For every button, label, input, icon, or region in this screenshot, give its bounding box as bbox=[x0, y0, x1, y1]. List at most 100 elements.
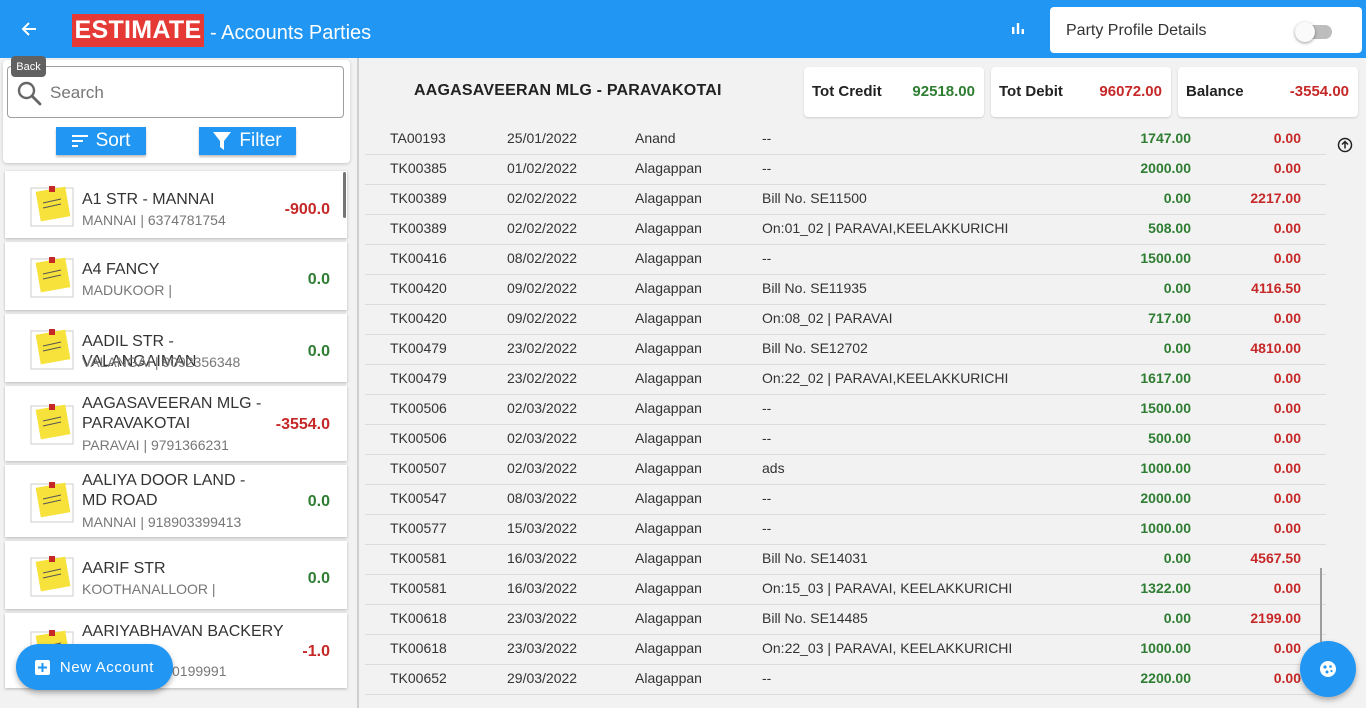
balance-value: -3554.00 bbox=[1289, 83, 1349, 100]
ledger-description: Bill No. SE14031 bbox=[762, 550, 868, 566]
search-field bbox=[7, 66, 344, 118]
ledger-user: Alagappan bbox=[635, 520, 702, 536]
ledger-ref: TK00506 bbox=[390, 400, 447, 416]
party-list-item[interactable]: AADIL STR - VALANGAIMAN VALANGAI | 90923… bbox=[5, 314, 347, 382]
ledger-credit: 1747.00 bbox=[1140, 130, 1191, 146]
party-list-item[interactable]: A1 STR - MANNAI MANNAI | 6374781754 -900… bbox=[5, 171, 347, 238]
ledger-date: 02/03/2022 bbox=[507, 430, 578, 446]
ledger-row[interactable]: TK00416 08/02/2022 Alagappan -- 1500.00 0.00 bbox=[365, 244, 1326, 275]
party-list-item[interactable]: AAGASAVEERAN MLG - PARAVAKOTAI PARAVAI |… bbox=[5, 386, 347, 461]
tot-debit-label: Tot Debit bbox=[999, 83, 1063, 100]
ledger-ref: TK00581 bbox=[390, 580, 447, 596]
ledger-ref: TK00547 bbox=[390, 490, 447, 506]
ledger-ref: TK00577 bbox=[390, 520, 447, 536]
ledger-row[interactable]: TA00193 25/01/2022 Anand -- 1747.00 0.00 bbox=[365, 124, 1326, 155]
ledger-row[interactable]: TK00618 23/03/2022 Alagappan On:22_03 | PAR… bbox=[365, 634, 1326, 665]
ledger-credit: 0.00 bbox=[1163, 280, 1191, 296]
filter-label: Filter bbox=[239, 130, 282, 151]
tot-credit-value: 92518.00 bbox=[912, 83, 975, 100]
party-subtitle: KOOTHANALLOOR | bbox=[82, 581, 216, 597]
ledger-row[interactable]: TK00577 15/03/2022 Alagappan -- 1000.00 0.00 bbox=[365, 514, 1326, 545]
ledger-debit: 0.00 bbox=[1273, 670, 1301, 686]
bar-chart-icon[interactable] bbox=[1007, 18, 1029, 40]
ledger-description: -- bbox=[762, 670, 772, 686]
sort-button[interactable]: Sort bbox=[56, 127, 146, 155]
ledger-credit: 1500.00 bbox=[1140, 250, 1191, 266]
ledger-user: Alagappan bbox=[635, 550, 702, 566]
new-account-button[interactable]: New Account bbox=[16, 644, 173, 690]
ledger-debit: 0.00 bbox=[1273, 370, 1301, 386]
ledger-debit: 0.00 bbox=[1273, 430, 1301, 446]
back-button[interactable] bbox=[0, 3, 58, 55]
ledger-row[interactable]: TK00479 23/02/2022 Alagappan On:22_02 | PAR… bbox=[365, 364, 1326, 395]
ledger-row[interactable]: TK00506 02/03/2022 Alagappan -- 1500.00 0.00 bbox=[365, 394, 1326, 425]
ledger-user: Alagappan bbox=[635, 400, 702, 416]
filter-button[interactable]: Filter bbox=[199, 127, 296, 155]
ledger-ref: TK00389 bbox=[390, 190, 447, 206]
ledger-ref: TK00420 bbox=[390, 280, 447, 296]
ledger-debit: 0.00 bbox=[1273, 520, 1301, 536]
ledger-credit: 2000.00 bbox=[1140, 490, 1191, 506]
ledger-description: -- bbox=[762, 520, 772, 536]
sticky-note-icon bbox=[30, 186, 74, 227]
ledger-row[interactable]: TK00420 09/02/2022 Alagappan Bill No. SE119… bbox=[365, 274, 1326, 305]
page-title: - Accounts Parties bbox=[210, 22, 372, 44]
ledger-date: 02/02/2022 bbox=[507, 190, 578, 206]
party-amount: 0.0 bbox=[307, 343, 330, 360]
balance-label: Balance bbox=[1186, 83, 1244, 100]
ledger-date: 09/02/2022 bbox=[507, 280, 578, 296]
ledger-row[interactable]: TK00420 09/02/2022 Alagappan On:08_02 | PAR… bbox=[365, 304, 1326, 335]
ledger-description: On:15_03 | PARAVAI, KEELAKKURICHI bbox=[762, 580, 1013, 596]
ledger-credit: 1322.00 bbox=[1140, 580, 1191, 596]
ledger-debit: 4810.00 bbox=[1250, 340, 1301, 356]
add-box-icon bbox=[34, 659, 50, 675]
ledger-row[interactable]: TK00506 02/03/2022 Alagappan -- 500.00 0.00 bbox=[365, 424, 1326, 455]
ledger-debit: 4567.50 bbox=[1250, 550, 1301, 566]
ledger-row[interactable]: TK00507 02/03/2022 Alagappan ads 1000.00 0.00 bbox=[365, 454, 1326, 485]
search-input[interactable] bbox=[48, 79, 332, 107]
ledger-user: Alagappan bbox=[635, 670, 702, 686]
ledger-ref: TK00652 bbox=[390, 670, 447, 686]
ledger-row[interactable]: TK00385 01/02/2022 Alagappan -- 2000.00 0.00 bbox=[365, 154, 1326, 185]
ledger-debit: 2217.00 bbox=[1250, 190, 1301, 206]
sticky-note-icon bbox=[30, 556, 74, 597]
ledger-description: On:22_02 | PARAVAI,KEELAKKURICHI bbox=[762, 370, 1009, 386]
ledger-row[interactable]: TK00618 23/03/2022 Alagappan Bill No. SE144… bbox=[365, 604, 1326, 635]
sticky-note-icon bbox=[30, 482, 74, 523]
party-amount: 0.0 bbox=[307, 493, 330, 510]
ledger-ref: TK00416 bbox=[390, 250, 447, 266]
party-list-scrollbar[interactable] bbox=[343, 172, 346, 218]
party-list-item[interactable]: A4 FANCY MADUKOOR | 0.0 bbox=[5, 242, 347, 310]
party-list-item[interactable]: AARIF STR KOOTHANALLOOR | 0.0 bbox=[5, 541, 347, 609]
ledger-row[interactable]: TK00581 16/03/2022 Alagappan On:15_03 | PAR… bbox=[365, 574, 1326, 605]
ledger-row[interactable]: TK00581 16/03/2022 Alagappan Bill No. SE140… bbox=[365, 544, 1326, 575]
ledger-row[interactable]: TK00389 02/02/2022 Alagappan Bill No. SE115… bbox=[365, 184, 1326, 215]
switch-knob bbox=[1295, 22, 1315, 42]
ledger-description: On:01_02 | PARAVAI,KEELAKKURICHI bbox=[762, 220, 1009, 236]
ledger-debit: 2199.00 bbox=[1250, 610, 1301, 626]
arrow-up-circle-icon[interactable] bbox=[1337, 137, 1353, 153]
ledger-row[interactable]: TK00479 23/02/2022 Alagappan Bill No. SE127… bbox=[365, 334, 1326, 365]
party-list-item[interactable]: AALIYA DOOR LAND - MD ROAD MANNAI | 9189… bbox=[5, 465, 347, 537]
party-profile-switch[interactable] bbox=[1295, 22, 1332, 42]
search-icon bbox=[17, 81, 42, 106]
tot-credit-label: Tot Credit bbox=[812, 83, 882, 100]
party-amount: -3554.0 bbox=[275, 416, 330, 433]
ledger-row[interactable]: TK00389 02/02/2022 Alagappan On:01_02 | PAR… bbox=[365, 214, 1326, 245]
ledger-row[interactable]: TK00652 29/03/2022 Alagappan -- 2200.00 0.00 bbox=[365, 664, 1326, 695]
ledger-user: Alagappan bbox=[635, 250, 702, 266]
ledger-credit: 1000.00 bbox=[1140, 520, 1191, 536]
ledger-debit: 0.00 bbox=[1273, 220, 1301, 236]
ledger-user: Alagappan bbox=[635, 640, 702, 656]
ledger-row[interactable]: TK00547 08/03/2022 Alagappan -- 2000.00 0.00 bbox=[365, 484, 1326, 515]
floating-action-button[interactable] bbox=[1300, 641, 1356, 697]
panel-divider bbox=[357, 58, 359, 708]
ledger-date: 23/02/2022 bbox=[507, 370, 578, 386]
tot-debit-value: 96072.00 bbox=[1099, 83, 1162, 100]
ledger-credit: 2200.00 bbox=[1140, 670, 1191, 686]
ledger-credit: 2000.00 bbox=[1140, 160, 1191, 176]
ledger-credit: 0.00 bbox=[1163, 340, 1191, 356]
sticky-note-icon bbox=[30, 257, 74, 298]
sort-icon bbox=[71, 135, 88, 147]
party-amount: 0.0 bbox=[307, 570, 330, 587]
